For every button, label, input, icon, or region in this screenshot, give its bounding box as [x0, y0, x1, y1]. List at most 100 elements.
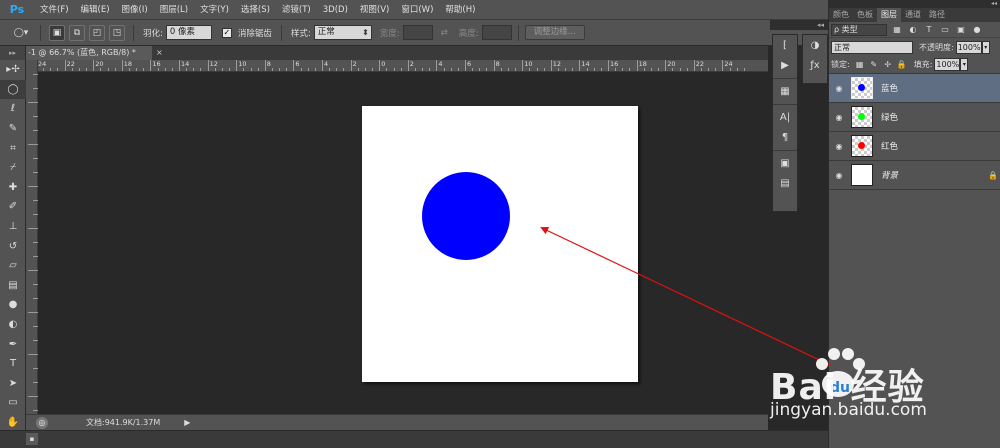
tab-color[interactable]: 颜色	[829, 8, 853, 22]
menu-file[interactable]: 文件(F)	[34, 0, 75, 20]
style-select[interactable]: 正常	[313, 25, 372, 40]
tab-close-icon[interactable]: ×	[156, 46, 163, 60]
tab-paths[interactable]: 路径	[925, 8, 949, 22]
layer-name[interactable]: 背景	[881, 169, 898, 181]
filter-type-icon[interactable]: T	[923, 24, 935, 36]
layer-name[interactable]: 红色	[881, 140, 898, 152]
ellipse-preset-icon[interactable]: ◯▾	[10, 25, 32, 41]
layer-row-background[interactable]: ◉ 背景 🔒	[829, 161, 1000, 190]
history-brush-tool-icon[interactable]: ↺	[0, 236, 26, 256]
menu-window[interactable]: 窗口(W)	[395, 0, 439, 20]
vertical-ruler[interactable]	[26, 60, 38, 414]
visibility-eye-icon[interactable]: ◉	[829, 84, 849, 93]
height-input[interactable]	[481, 25, 512, 40]
menu-layer[interactable]: 图层(L)	[154, 0, 194, 20]
eraser-tool-icon[interactable]: ▱	[0, 256, 26, 276]
filter-adjustment-icon[interactable]: ◐	[907, 24, 919, 36]
clone-stamp-tool-icon[interactable]: ⊥	[0, 217, 26, 237]
panel-collapse-icon[interactable]: ◂◂	[829, 0, 1000, 8]
tool-preset-group: ◯▾	[0, 20, 34, 46]
document-tab[interactable]: -1 @ 66.7% (蓝色, RGB/8) *	[26, 46, 152, 60]
blue-circle-shape[interactable]	[422, 172, 510, 260]
adjustments-panel-icon[interactable]: ◑	[803, 35, 827, 55]
filter-pixel-icon[interactable]: ▦	[891, 24, 903, 36]
horizontal-ruler[interactable]: 24 22 20 18 16 14 12 10 8 6 4 2 0 2 4 6 8 10 12 14 16 18 20 22 2…	[38, 60, 768, 72]
brush-tool-icon[interactable]: ✐	[0, 197, 26, 217]
filter-toggle-icon[interactable]: ●	[971, 24, 983, 36]
pen-tool-icon[interactable]: ✒	[0, 334, 26, 354]
ruler-label: 16	[610, 60, 619, 68]
menu-view[interactable]: 视图(V)	[354, 0, 395, 20]
lock-all-icon[interactable]: 🔒	[896, 59, 908, 71]
path-select-tool-icon[interactable]: ➤	[0, 374, 26, 394]
toolbar-collapse-icon[interactable]: ▸▸	[0, 46, 25, 60]
visibility-eye-icon[interactable]: ◉	[829, 142, 849, 151]
paragraph-panel-icon[interactable]: ¶	[773, 127, 797, 147]
properties-panel-icon[interactable]: ▦	[773, 81, 797, 101]
antialias-checkbox[interactable]: ✓	[221, 27, 232, 38]
tab-channels[interactable]: 通道	[901, 8, 925, 22]
document-canvas[interactable]	[362, 106, 638, 382]
ellipse-marquee-tool-icon[interactable]: ◯	[0, 79, 26, 100]
blend-mode-select[interactable]: 正常	[831, 40, 913, 54]
menu-edit[interactable]: 编辑(E)	[75, 0, 116, 20]
canvas-area[interactable]	[38, 72, 768, 414]
intersect-selection-icon[interactable]: ◳	[109, 24, 125, 41]
menu-image[interactable]: 图像(I)	[116, 0, 154, 20]
lock-transparent-icon[interactable]: ▦	[854, 59, 866, 71]
fill-input[interactable]: 100%	[934, 58, 961, 71]
new-selection-icon[interactable]: ▣	[49, 24, 65, 41]
blur-tool-icon[interactable]: ●	[0, 295, 26, 315]
add-selection-icon[interactable]: ⧉	[69, 24, 85, 41]
actions-panel-icon[interactable]: ▶	[773, 55, 797, 75]
quick-select-tool-icon[interactable]: ✎	[0, 119, 26, 139]
visibility-eye-icon[interactable]: ◉	[829, 171, 849, 180]
type-tool-icon[interactable]: T	[0, 354, 26, 374]
opacity-dropdown-icon[interactable]: ▾	[981, 40, 990, 54]
notes-panel-icon[interactable]: ▤	[773, 173, 797, 193]
crop-tool-icon[interactable]: ⌗	[0, 138, 26, 158]
lasso-tool-icon[interactable]: ℓ	[0, 99, 26, 119]
history-panel-icon[interactable]: ⁅	[773, 35, 797, 55]
layer-name[interactable]: 绿色	[881, 111, 898, 123]
menu-3d[interactable]: 3D(D)	[317, 0, 354, 20]
character-panel-icon[interactable]: A|	[773, 107, 797, 127]
opacity-input[interactable]: 100%	[955, 40, 982, 54]
menu-type[interactable]: 文字(Y)	[194, 0, 235, 20]
rectangle-tool-icon[interactable]: ▭	[0, 393, 26, 413]
width-input[interactable]	[402, 25, 433, 40]
zoom-level-icon[interactable]: ◎	[36, 416, 48, 429]
status-menu-arrow-icon[interactable]: ▶	[184, 418, 190, 427]
feather-input[interactable]: 0 像素	[165, 25, 212, 40]
healing-brush-tool-icon[interactable]: ✚	[0, 178, 26, 198]
refine-edge-button[interactable]: 调整边缘...	[524, 25, 585, 40]
menu-help[interactable]: 帮助(H)	[439, 0, 481, 20]
menu-filter[interactable]: 滤镜(T)	[276, 0, 317, 20]
menu-select[interactable]: 选择(S)	[235, 0, 276, 20]
layer-row-blue[interactable]: ◉ 蓝色	[829, 74, 1000, 103]
fill-label: 填充:	[913, 60, 933, 69]
fill-dropdown-icon[interactable]: ▾	[960, 58, 969, 71]
visibility-eye-icon[interactable]: ◉	[829, 113, 849, 122]
tab-layers[interactable]: 图层	[877, 8, 901, 22]
swap-icon[interactable]: ⇄	[441, 28, 448, 38]
mini-panels-collapse-icon[interactable]: ◂◂	[770, 20, 828, 30]
subtract-selection-icon[interactable]: ◰	[89, 24, 105, 41]
gradient-tool-icon[interactable]: ▤	[0, 276, 26, 296]
tab-swatches[interactable]: 色板	[853, 8, 877, 22]
layer-row-red[interactable]: ◉ 红色	[829, 132, 1000, 161]
filter-shape-icon[interactable]: ▭	[939, 24, 951, 36]
styles-panel-icon[interactable]: ƒx	[803, 55, 827, 75]
layer-row-green[interactable]: ◉ 绿色	[829, 103, 1000, 132]
layer-thumbnail	[851, 106, 873, 128]
lock-position-icon[interactable]: ✢	[882, 59, 894, 71]
layer-name[interactable]: 蓝色	[881, 82, 898, 94]
layer-filter-select[interactable]: ρ 类型	[831, 23, 887, 36]
move-tool-icon[interactable]: ▸✢	[0, 60, 26, 80]
timeline-tab-icon[interactable]: ▪	[26, 433, 38, 445]
lock-image-icon[interactable]: ✎	[868, 59, 880, 71]
filter-smart-object-icon[interactable]: ▣	[955, 24, 967, 36]
eyedropper-tool-icon[interactable]: ⌿	[0, 158, 26, 178]
dodge-tool-icon[interactable]: ◐	[0, 315, 26, 335]
brush-presets-panel-icon[interactable]: ▣	[773, 153, 797, 173]
